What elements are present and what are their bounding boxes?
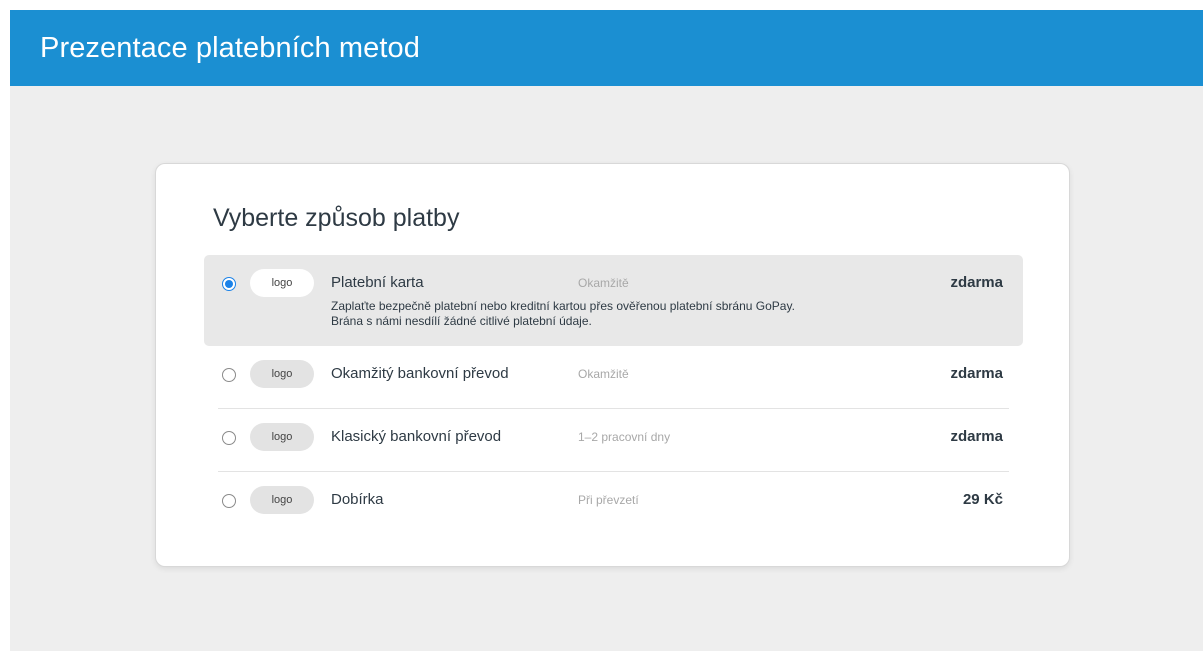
method-price: zdarma: [950, 274, 1003, 291]
method-name: Okamžitý bankovní převod: [331, 365, 509, 382]
method-processing-time: Okamžitě: [578, 276, 629, 290]
radio-cash-on-delivery[interactable]: [222, 494, 236, 508]
page-title: Prezentace platebních metod: [40, 32, 420, 64]
page-background: Prezentace platebních metod Vyberte způs…: [10, 10, 1203, 651]
payment-method-card: Vyberte způsob platby logo Platební kart…: [155, 163, 1070, 567]
method-description: Zaplaťte bezpečně platební nebo kreditní…: [331, 299, 891, 329]
logo-placeholder: logo: [250, 360, 314, 388]
logo-placeholder: logo: [250, 269, 314, 297]
payment-method-card-payment[interactable]: logo Platební karta Okamžitě zdarma Zapl…: [204, 255, 1023, 346]
radio-card-payment[interactable]: [222, 277, 236, 291]
radio-bank-transfer[interactable]: [222, 431, 236, 445]
method-name: Platební karta: [331, 274, 424, 291]
payment-method-bank-transfer[interactable]: logo Klasický bankovní převod 1–2 pracov…: [204, 409, 1023, 472]
logo-placeholder: logo: [250, 423, 314, 451]
payment-method-list: logo Platební karta Okamžitě zdarma Zapl…: [204, 255, 1023, 535]
method-processing-time: Při převzetí: [578, 493, 639, 507]
method-description-line: Zaplaťte bezpečně platební nebo kreditní…: [331, 299, 795, 313]
method-price: zdarma: [950, 365, 1003, 382]
payment-method-instant-transfer[interactable]: logo Okamžitý bankovní převod Okamžitě z…: [204, 346, 1023, 409]
logo-placeholder: logo: [250, 486, 314, 514]
radio-instant-transfer[interactable]: [222, 368, 236, 382]
method-name: Dobírka: [331, 491, 384, 508]
method-description-line: Brána s námi nesdílí žádné citlivé plate…: [331, 314, 592, 328]
method-processing-time: 1–2 pracovní dny: [578, 430, 671, 444]
method-name: Klasický bankovní převod: [331, 428, 502, 445]
card-title: Vyberte způsob platby: [213, 204, 460, 232]
method-price: zdarma: [950, 428, 1003, 445]
payment-method-cash-on-delivery[interactable]: logo Dobírka Při převzetí 29 Kč: [204, 472, 1023, 535]
method-processing-time: Okamžitě: [578, 367, 629, 381]
top-header-bar: Prezentace platebních metod: [10, 10, 1203, 86]
method-price: 29 Kč: [962, 491, 1003, 508]
